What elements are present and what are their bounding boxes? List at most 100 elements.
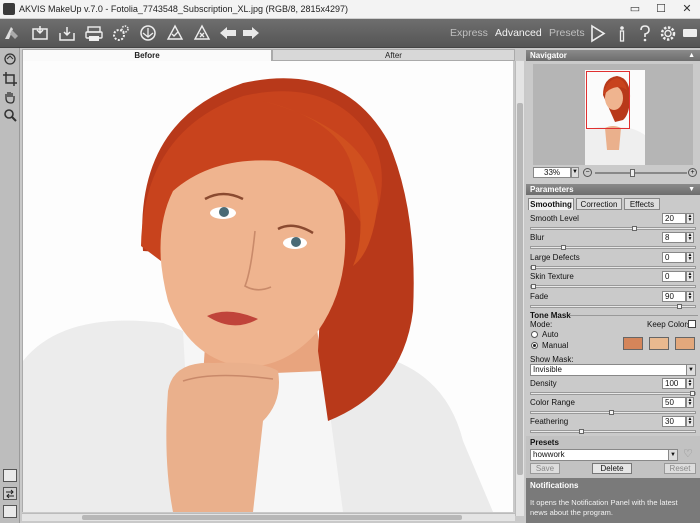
back-icon[interactable] bbox=[218, 24, 238, 43]
help-icon[interactable] bbox=[635, 24, 655, 43]
feathering-value[interactable]: 30 bbox=[662, 416, 686, 427]
manual-radio[interactable] bbox=[531, 342, 538, 349]
zoom-slider[interactable] bbox=[595, 172, 687, 174]
settings-icon[interactable] bbox=[658, 24, 678, 43]
mode-express-tab[interactable]: Express bbox=[450, 27, 488, 39]
delete-preset-button[interactable]: Delete bbox=[592, 463, 632, 474]
large-defects-field[interactable]: 0 ▲ ▼ bbox=[662, 252, 694, 263]
color-range-slider[interactable] bbox=[530, 410, 696, 415]
presets-select[interactable]: howwork ▼ bbox=[530, 449, 678, 461]
save-preset-button[interactable]: Save bbox=[530, 463, 560, 474]
blur-slider[interactable] bbox=[530, 245, 696, 250]
blur-field[interactable]: 8 ▲ ▼ bbox=[662, 232, 694, 243]
navigator-header[interactable]: Navigator ▲ bbox=[526, 50, 700, 61]
slider-knob[interactable] bbox=[579, 429, 584, 434]
fade-value[interactable]: 90 bbox=[662, 291, 686, 302]
open-image-icon[interactable] bbox=[30, 24, 50, 43]
retouch-brush-icon[interactable] bbox=[3, 52, 17, 66]
tab-after[interactable]: After bbox=[272, 49, 515, 61]
run-icon[interactable] bbox=[587, 24, 607, 43]
view-full-icon[interactable] bbox=[3, 505, 17, 518]
tone-color-swatch-2[interactable] bbox=[649, 337, 669, 350]
zoom-icon[interactable] bbox=[3, 108, 17, 122]
maximize-button[interactable]: ☐ bbox=[650, 2, 672, 17]
spin-arrows-icon[interactable]: ▲ ▼ bbox=[686, 416, 694, 427]
slider-knob[interactable] bbox=[531, 265, 536, 270]
color-range-value[interactable]: 50 bbox=[662, 397, 686, 408]
slider-knob[interactable] bbox=[632, 226, 637, 231]
view-split-icon[interactable] bbox=[3, 487, 17, 500]
large-defects-slider[interactable] bbox=[530, 265, 696, 270]
info-icon[interactable] bbox=[612, 24, 632, 43]
favorite-heart-icon[interactable]: ♡ bbox=[683, 448, 695, 460]
minimize-button[interactable]: ▭ bbox=[624, 2, 646, 17]
show-mask-select[interactable]: Invisible ▼ bbox=[530, 364, 696, 376]
feathering-field[interactable]: 30 ▲ ▼ bbox=[662, 416, 694, 427]
horizontal-scrollbar[interactable] bbox=[22, 513, 515, 521]
skin-texture-field[interactable]: 0 ▲ ▼ bbox=[662, 271, 694, 282]
crop-icon[interactable] bbox=[3, 72, 17, 86]
vertical-scrollbar[interactable] bbox=[515, 61, 524, 516]
batch-processing-icon[interactable] bbox=[111, 24, 131, 43]
spin-arrows-icon[interactable]: ▲ ▼ bbox=[686, 378, 694, 389]
skin-texture-value[interactable]: 0 bbox=[662, 271, 686, 282]
large-defects-value[interactable]: 0 bbox=[662, 252, 686, 263]
skin-texture-slider[interactable] bbox=[530, 284, 696, 289]
spin-arrows-icon[interactable]: ▲ ▼ bbox=[686, 232, 694, 243]
smooth-level-value[interactable]: 20 bbox=[662, 213, 686, 224]
horizontal-scroll-thumb[interactable] bbox=[82, 515, 462, 520]
color-range-field[interactable]: 50 ▲ ▼ bbox=[662, 397, 694, 408]
spin-arrows-icon[interactable]: ▲ ▼ bbox=[686, 252, 694, 263]
smooth-level-slider[interactable] bbox=[530, 226, 696, 231]
home-icon[interactable] bbox=[2, 24, 22, 43]
forward-icon[interactable] bbox=[241, 24, 261, 43]
slider-knob[interactable] bbox=[690, 391, 695, 396]
zoom-slider-knob[interactable] bbox=[630, 169, 635, 177]
smooth-level-field[interactable]: 20 ▲ ▼ bbox=[662, 213, 694, 224]
cancel-icon[interactable] bbox=[192, 24, 212, 43]
navigator-preview[interactable] bbox=[533, 64, 693, 165]
slider-knob[interactable] bbox=[609, 410, 614, 415]
tab-before[interactable]: Before bbox=[22, 49, 272, 61]
spin-arrows-icon[interactable]: ▲ ▼ bbox=[686, 291, 694, 302]
fade-slider[interactable] bbox=[530, 304, 696, 309]
tab-correction[interactable]: Correction bbox=[576, 198, 622, 210]
tab-effects[interactable]: Effects bbox=[624, 198, 660, 210]
close-button[interactable]: ✕ bbox=[676, 2, 698, 17]
reset-preset-button[interactable]: Reset bbox=[664, 463, 696, 474]
slider-knob[interactable] bbox=[561, 245, 566, 250]
feathering-slider[interactable] bbox=[530, 429, 696, 434]
spin-arrows-icon[interactable]: ▲ ▼ bbox=[686, 271, 694, 282]
tone-color-swatch-1[interactable] bbox=[623, 337, 643, 350]
apply-icon[interactable] bbox=[165, 24, 185, 43]
auto-radio[interactable] bbox=[531, 331, 538, 338]
image-canvas[interactable] bbox=[22, 61, 513, 512]
density-value[interactable]: 100 bbox=[662, 378, 686, 389]
blur-value[interactable]: 8 bbox=[662, 232, 686, 243]
save-image-icon[interactable] bbox=[57, 24, 77, 43]
navigator-view-frame[interactable] bbox=[586, 71, 630, 129]
message-icon[interactable] bbox=[680, 24, 700, 43]
zoom-in-icon[interactable]: + bbox=[688, 168, 697, 177]
view-single-icon[interactable] bbox=[3, 469, 17, 482]
vertical-scroll-thumb[interactable] bbox=[517, 103, 523, 475]
fade-field[interactable]: 90 ▲ ▼ bbox=[662, 291, 694, 302]
zoom-field[interactable]: 33% bbox=[533, 167, 571, 178]
spin-arrows-icon[interactable]: ▲ ▼ bbox=[686, 397, 694, 408]
hand-icon[interactable] bbox=[3, 90, 17, 104]
parameters-header[interactable]: Parameters ▼ bbox=[526, 184, 700, 195]
density-slider[interactable] bbox=[530, 391, 696, 396]
zoom-dropdown-icon[interactable]: ▼ bbox=[571, 167, 579, 178]
zoom-out-icon[interactable]: − bbox=[583, 168, 592, 177]
mode-advanced-tab[interactable]: Advanced bbox=[495, 27, 542, 39]
notifications-panel[interactable]: Notifications It opens the Notification … bbox=[526, 478, 700, 523]
tone-color-swatch-3[interactable] bbox=[675, 337, 695, 350]
mode-presets-tab[interactable]: Presets bbox=[549, 27, 585, 39]
slider-knob[interactable] bbox=[531, 284, 536, 289]
share-icon[interactable] bbox=[138, 24, 158, 43]
density-field[interactable]: 100 ▲ ▼ bbox=[662, 378, 694, 389]
slider-knob[interactable] bbox=[677, 304, 682, 309]
tab-smoothing[interactable]: Smoothing bbox=[528, 198, 574, 210]
spin-arrows-icon[interactable]: ▲ ▼ bbox=[686, 213, 694, 224]
print-icon[interactable] bbox=[84, 24, 104, 43]
